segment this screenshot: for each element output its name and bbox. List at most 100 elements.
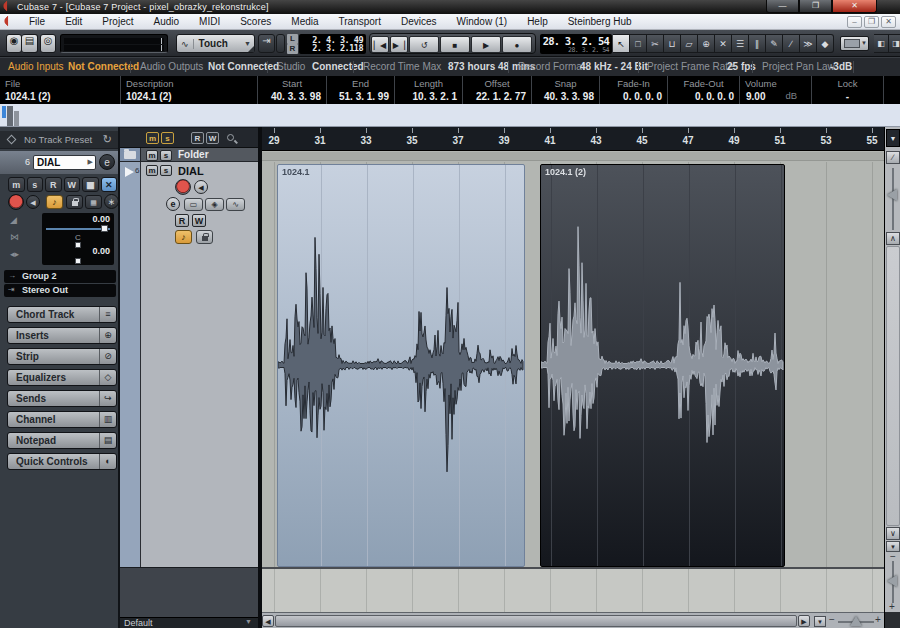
maximize-button[interactable]: ❐ (799, 0, 832, 13)
activate-project-button[interactable]: ◉ (6, 34, 22, 53)
audio-event[interactable]: 1024.1 (277, 164, 525, 567)
info-column[interactable]: Offset 22. 1. 2. 77 (463, 76, 532, 104)
empty-area-below-tracks[interactable] (262, 567, 884, 612)
autoscroll-button[interactable]: ⇥ (258, 34, 275, 53)
stop-button[interactable]: ■ (440, 36, 470, 53)
menu-item[interactable]: Devices (391, 16, 447, 27)
global-solo-button[interactable]: s (161, 132, 174, 144)
edit-channel-button[interactable]: e (99, 154, 115, 170)
cycle-button[interactable]: ↺ (409, 36, 439, 53)
waveform-zoom-thumb[interactable] (887, 189, 897, 201)
track-color-strip[interactable] (120, 162, 141, 567)
info-column[interactable]: Fade-Out 0. 0. 0. 0 (668, 76, 740, 104)
status-value[interactable]: Not Connected (68, 61, 139, 72)
volume-value[interactable]: 0.00 (92, 214, 110, 224)
track-name[interactable]: DIAL (178, 165, 204, 177)
menu-item[interactable]: Transport (329, 16, 391, 27)
ruler-options-button[interactable]: ▼ (886, 129, 900, 147)
zoom-tool-button[interactable]: ∕ (886, 151, 900, 164)
scroll-up-button[interactable]: ∧ (886, 232, 900, 245)
vertical-zoom-thumb[interactable] (887, 575, 897, 587)
input-routing-row[interactable]: → Group 2 (4, 270, 116, 283)
info-column[interactable]: Snap 40. 3. 3. 98 (532, 76, 600, 104)
tool-button[interactable]: ◆ (817, 34, 834, 53)
track-read-button[interactable]: R (175, 214, 189, 227)
nudge-start-left-button[interactable]: ◧ (874, 34, 889, 53)
lanes-button[interactable]: ▦ (85, 195, 102, 209)
inspector-section[interactable]: Notepad ▤ (7, 432, 117, 449)
audio-track-row[interactable]: 6 m s DIAL ◀ e ▭ ◈ ∿ R W ♪ (120, 162, 258, 567)
global-write-button[interactable]: W (206, 132, 219, 144)
inspector-section[interactable]: Strip ⊘ (7, 348, 117, 365)
info-column[interactable]: Description 1024.1 (2) (121, 76, 258, 104)
tool-button[interactable]: ↖ (613, 34, 630, 53)
tool-button[interactable]: ▱ (681, 34, 698, 53)
track-solo-button[interactable]: s (160, 165, 172, 176)
inspector-section[interactable]: Chord Track ≡ (7, 306, 117, 323)
folder-mute-button[interactable]: m (146, 150, 158, 161)
info-column[interactable]: Length 10. 3. 2. 1 (395, 76, 463, 104)
primary-time-display[interactable]: 28. 3. 2. 54 28. 3. 2. 54 (540, 34, 612, 54)
tool-button[interactable]: ∕ (783, 34, 800, 53)
zoom-preset-button[interactable]: ▼ (814, 616, 826, 627)
menu-item[interactable]: MIDI (189, 16, 230, 27)
autoscroll-options-button[interactable] (276, 34, 285, 53)
lock-button[interactable] (66, 195, 83, 209)
track-eq-state-button[interactable]: ◈ (205, 198, 224, 211)
minimize-button[interactable]: — (766, 0, 799, 13)
volume-slider-thumb[interactable] (101, 225, 108, 232)
menu-item[interactable]: Edit (55, 16, 92, 27)
locator-display[interactable]: 2. 4. 3. 49 2. 3. 2.118 (299, 34, 366, 54)
pan-slider-thumb[interactable] (75, 242, 81, 248)
status-value[interactable]: -3dB (830, 61, 852, 72)
track-write-button[interactable]: W (192, 214, 206, 227)
right-locator-value[interactable]: 2. 3. 2.118 (301, 43, 363, 53)
menu-item[interactable]: Project (92, 16, 143, 27)
monitor-button[interactable]: ◀ (26, 195, 40, 209)
track-preset-row[interactable]: No Track Preset ↻ (0, 131, 118, 149)
setup-window-layout-button[interactable]: ▤ (22, 34, 38, 53)
inspector-autofade-button[interactable]: ▦ (82, 177, 99, 192)
mdi-minimize-button[interactable]: – (847, 16, 862, 28)
info-column[interactable]: Volume 9.00 dB (740, 76, 812, 104)
global-read-button[interactable]: R (191, 132, 204, 144)
global-mute-button[interactable]: m (146, 132, 159, 144)
inspector-mute-button[interactable]: m (8, 177, 25, 192)
play-button[interactable]: ▶ (471, 36, 501, 53)
info-column[interactable]: End 51. 3. 1. 99 (327, 76, 395, 104)
horizontal-zoom-thumb[interactable] (850, 616, 862, 626)
info-column[interactable]: File 1024.1 (2) (0, 76, 121, 104)
track-send-state-button[interactable]: ∿ (226, 198, 245, 211)
tool-button[interactable]: ≫ (800, 34, 817, 53)
track-lock-button[interactable] (196, 230, 213, 244)
scroll-down-button[interactable]: ∨ (886, 527, 900, 540)
menu-item[interactable]: File (19, 16, 55, 27)
tool-button[interactable]: ☰ (732, 34, 749, 53)
scroll-left-button[interactable]: ◀ (262, 615, 274, 627)
goto-next-marker-button[interactable]: ▶▕ (390, 36, 408, 53)
folder-track-color[interactable] (120, 148, 141, 161)
scroll-right-button[interactable]: ▶ (798, 615, 810, 627)
search-icon[interactable] (227, 134, 234, 141)
folder-track-row[interactable]: m s Folder (120, 148, 258, 162)
record-button[interactable]: ● (502, 36, 532, 53)
status-value[interactable]: Connected (312, 61, 364, 72)
timebase-button[interactable]: ♪ (46, 195, 63, 209)
track-edit-button[interactable]: e (166, 197, 180, 211)
info-column[interactable]: Start 40. 3. 3. 98 (258, 76, 327, 104)
status-value[interactable]: Not Connected (208, 61, 279, 72)
inspector-section[interactable]: Equalizers ◇ (7, 369, 117, 386)
inspector-read-button[interactable]: R (45, 177, 62, 192)
track-mute-button[interactable]: m (146, 165, 158, 176)
timeline-ruler[interactable]: 2931333537394143454749515355 (262, 127, 884, 151)
track-timebase-button[interactable]: ♪ (175, 230, 192, 244)
delay-slider-thumb[interactable] (75, 258, 81, 264)
tool-button[interactable]: ∥ (749, 34, 766, 53)
project-overview-line[interactable] (0, 104, 900, 127)
menu-item[interactable]: Scores (230, 16, 281, 27)
tool-button[interactable]: ✂ (647, 34, 664, 53)
pan-value[interactable]: C (42, 233, 114, 242)
vertical-scroll-thumb[interactable] (886, 246, 900, 526)
track-insert-state-button[interactable]: ▭ (184, 198, 203, 211)
mdi-restore-button[interactable]: ❐ (864, 16, 879, 28)
